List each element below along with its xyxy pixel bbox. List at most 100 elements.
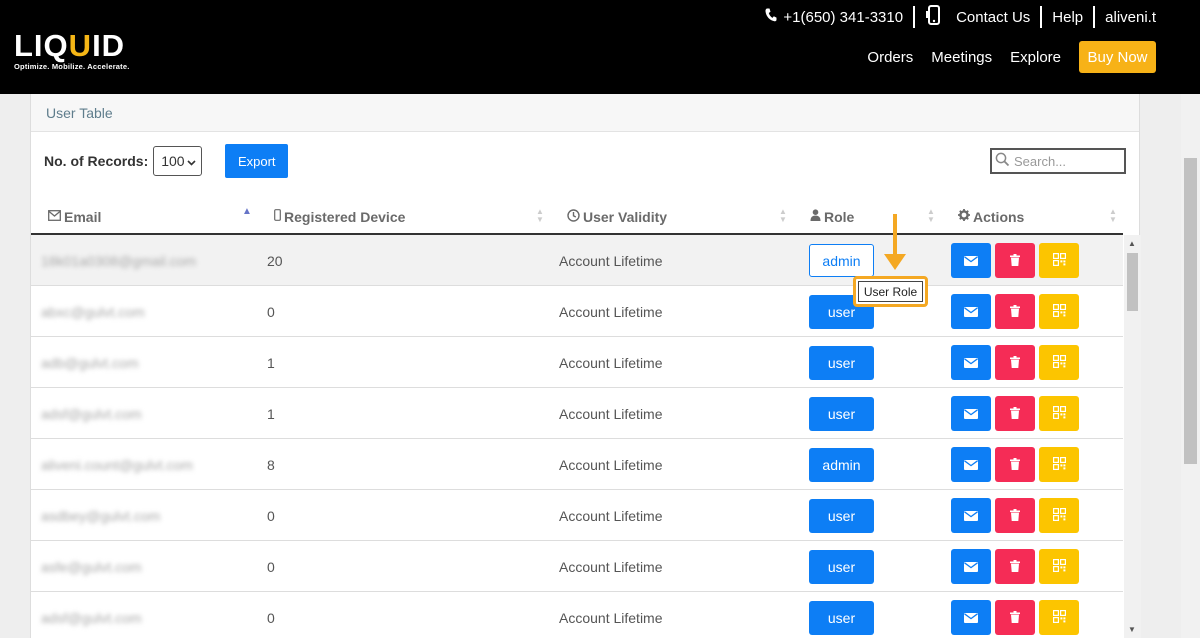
logo-tagline: Optimize. Mobilize. Accelerate. (14, 62, 130, 71)
user-icon (810, 209, 821, 224)
search-icon (995, 152, 1010, 170)
email-action-button[interactable] (951, 243, 991, 278)
qr-code-icon (1052, 303, 1066, 320)
sort-icon[interactable]: ▲ ▼ (536, 208, 544, 224)
role-button[interactable]: user (809, 498, 874, 533)
col-role[interactable]: Role (810, 198, 854, 235)
delete-button[interactable] (995, 243, 1035, 278)
table-row: abxc@gulvt.com 0 Account Lifetime user (31, 286, 1123, 337)
email-action-button[interactable] (951, 345, 991, 380)
sort-icon[interactable]: ▲ ▼ (927, 208, 935, 224)
qr-code-button[interactable] (1039, 294, 1079, 329)
scroll-down-icon[interactable]: ▼ (1128, 625, 1136, 634)
phone-link[interactable]: +1(650) 341-3310 (765, 8, 903, 26)
table-header: Email ▲ Registered Device ▲ ▼ User Validi… (31, 198, 1123, 235)
trash-icon (1010, 355, 1020, 371)
table-row: adb@gulvt.com 1 Account Lifetime user (31, 337, 1123, 388)
role-button[interactable]: user (809, 600, 874, 635)
email-action-button[interactable] (951, 498, 991, 533)
buy-now-button[interactable]: Buy Now (1079, 41, 1156, 73)
role-button[interactable]: admin (809, 244, 874, 277)
delete-button[interactable] (995, 600, 1035, 635)
role-button[interactable]: user (809, 549, 874, 584)
divider (1093, 6, 1096, 28)
validity-cell: Account Lifetime (559, 303, 663, 320)
validity-cell: Account Lifetime (559, 405, 663, 422)
trash-icon (1010, 304, 1020, 320)
role-button[interactable]: user (809, 396, 874, 431)
qr-code-icon (1052, 558, 1066, 575)
liquid-logo[interactable]: LIQUID Optimize. Mobilize. Accelerate. (14, 30, 130, 71)
qr-code-button[interactable] (1039, 600, 1079, 635)
role-button[interactable]: admin (809, 447, 874, 482)
validity-cell: Account Lifetime (559, 609, 663, 626)
delete-button[interactable] (995, 447, 1035, 482)
qr-code-button[interactable] (1039, 345, 1079, 380)
scrollbar-thumb[interactable] (1184, 158, 1197, 464)
email-cell: adsf@gulvt.com (41, 405, 142, 422)
validity-cell: Account Lifetime (559, 354, 663, 371)
export-button[interactable]: Export (225, 144, 289, 178)
trash-icon (1010, 253, 1020, 269)
email-action-button[interactable] (951, 396, 991, 431)
sort-icon[interactable]: ▲ ▼ (1109, 208, 1117, 224)
delete-button[interactable] (995, 294, 1035, 329)
email-action-button[interactable] (951, 600, 991, 635)
email-action-button[interactable] (951, 549, 991, 584)
trash-icon (1010, 610, 1020, 626)
delete-button[interactable] (995, 396, 1035, 431)
email-cell: aliveni.count@gulvt.com (41, 456, 193, 473)
scroll-up-icon[interactable]: ▲ (1128, 239, 1136, 248)
role-tooltip: User Role (853, 276, 928, 307)
phone-number: +1(650) 341-3310 (783, 8, 904, 26)
table-body: 18k01a0308@gmail.com 20 Account Lifetime… (31, 235, 1123, 638)
email-action-button[interactable] (951, 447, 991, 482)
qr-code-button[interactable] (1039, 243, 1079, 278)
col-email[interactable]: Email (48, 198, 101, 235)
gear-icon (958, 209, 970, 224)
nav-orders[interactable]: Orders (867, 49, 913, 66)
qr-code-button[interactable] (1039, 549, 1079, 584)
records-select[interactable]: 100 (153, 146, 203, 176)
nav-meetings[interactable]: Meetings (931, 49, 992, 66)
page-scrollbar[interactable] (1181, 94, 1200, 638)
delete-button[interactable] (995, 345, 1035, 380)
envelope-icon (964, 304, 978, 320)
col-user-validity[interactable]: User Validity (567, 198, 667, 235)
search-input[interactable]: Search... (990, 148, 1126, 174)
table-scrollbar[interactable]: ▲ ▼ (1124, 235, 1141, 638)
phone-icon (765, 8, 777, 26)
col-registered-device[interactable]: Registered Device (274, 198, 405, 235)
email-action-button[interactable] (951, 294, 991, 329)
trash-icon (1010, 457, 1020, 473)
contact-us-link[interactable]: Contact Us (925, 5, 1030, 29)
envelope-icon (964, 508, 978, 524)
col-actions[interactable]: Actions (958, 198, 1024, 235)
qr-code-icon (1052, 609, 1066, 626)
qr-code-button[interactable] (1039, 447, 1079, 482)
delete-button[interactable] (995, 549, 1035, 584)
user-table-card: User Table No. of Records: 100 Export Se… (30, 94, 1141, 638)
table-row: adsf@gulvt.com 1 Account Lifetime user (31, 388, 1123, 439)
table-row: 18k01a0308@gmail.com 20 Account Lifetime… (31, 235, 1123, 286)
device-cell: 20 (267, 252, 283, 269)
qr-code-icon (1052, 456, 1066, 473)
help-link[interactable]: Help (1052, 9, 1083, 26)
sort-asc-icon[interactable]: ▲ (242, 207, 252, 217)
trash-icon (1010, 406, 1020, 422)
qr-code-icon (1052, 405, 1066, 422)
role-button[interactable]: user (809, 345, 874, 380)
email-cell: adb@gulvt.com (41, 354, 139, 371)
user-menu[interactable]: aliveni.t (1105, 9, 1156, 26)
sort-icon[interactable]: ▲ ▼ (779, 208, 787, 224)
qr-code-button[interactable] (1039, 498, 1079, 533)
delete-button[interactable] (995, 498, 1035, 533)
validity-cell: Account Lifetime (559, 252, 663, 269)
mobile-icon (925, 5, 943, 29)
qr-code-button[interactable] (1039, 396, 1079, 431)
validity-cell: Account Lifetime (559, 456, 663, 473)
scrollbar-thumb[interactable] (1127, 253, 1138, 311)
table-row: asdbey@gulvt.com 0 Account Lifetime user (31, 490, 1123, 541)
nav-explore[interactable]: Explore (1010, 49, 1061, 66)
envelope-icon (964, 253, 978, 269)
